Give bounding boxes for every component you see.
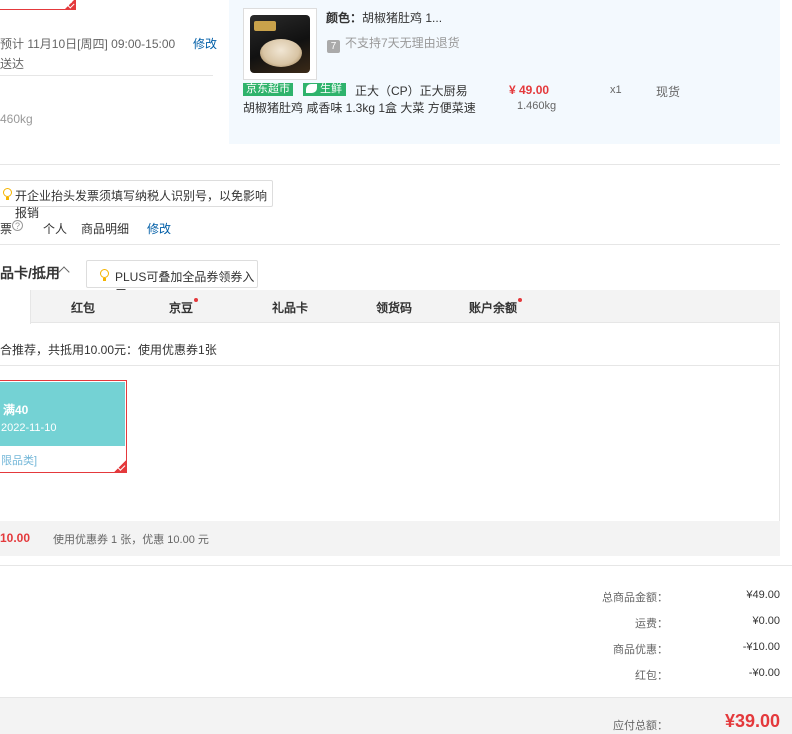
divider [0, 164, 780, 165]
leaf-icon [306, 84, 317, 93]
lightbulb-icon [3, 188, 13, 200]
divider [0, 244, 780, 245]
payable-label: 应付总额： [613, 720, 668, 732]
invoice-edit-link[interactable]: 修改 [147, 220, 171, 237]
shipping-value: ¥0.00 [752, 615, 780, 627]
product-quantity: x1 [610, 84, 622, 96]
invoice-tip-text: 开企业抬头发票须填写纳税人识别号，以免影响报销 [15, 189, 268, 220]
color-key: 颜色： [326, 11, 363, 25]
delivery-estimate: 预计 11月10日[周四] 09:00-15:00 送达 [0, 37, 176, 71]
tab-gift-card[interactable]: 礼品卡 [272, 299, 308, 316]
product-price: ¥ 49.00 [509, 83, 550, 97]
tab-coupon-active[interactable] [0, 290, 31, 324]
product-name-line1[interactable]: 正大（CP）正大厨易 [355, 82, 468, 99]
payable-total: ¥39.00 [724, 711, 780, 731]
chevron-up-icon[interactable] [58, 266, 70, 278]
checkmark-icon [113, 459, 127, 473]
no-refund-text: 不支持7天无理由退货 [345, 36, 460, 50]
coupon-category[interactable]: 限品类] [1, 452, 37, 468]
checkmark-icon [64, 0, 76, 10]
product-bowl-graphic [260, 39, 302, 67]
coupon-summary-amount: 10.00 [0, 531, 31, 545]
coupon-recommendation: 合推荐，共抵用10.00元：使用优惠券1张 [0, 343, 217, 357]
help-icon[interactable]: ? [12, 220, 23, 231]
discount-label: 商品优惠： [613, 644, 668, 656]
fresh-tag-label: 生鲜 [320, 83, 342, 95]
total-weight: 460kg [0, 112, 33, 126]
lightbulb-icon [100, 269, 110, 281]
plus-coupon-tip[interactable]: PLUS可叠加全品券领券入口 [86, 260, 258, 301]
fresh-tag: 生鲜 [303, 83, 346, 96]
tab-redeem-code[interactable]: 领货码 [376, 299, 412, 316]
invoice-type: 个人 [43, 222, 68, 236]
delivery-edit-link[interactable]: 修改 [193, 34, 217, 54]
shipping-label: 运费： [635, 618, 668, 630]
invoice-label: 票 [0, 222, 13, 236]
product-name-line2[interactable]: 胡椒猪肚鸡 咸香味 1.3kg 1盒 大菜 方便菜速 [243, 99, 476, 116]
product-weight: 1.460kg [517, 100, 557, 112]
divider [0, 365, 780, 366]
payable-bar [0, 697, 792, 734]
coupon-card[interactable]: 满40 2022-11-10 限品类] [0, 380, 127, 473]
tab-red-packet[interactable]: 红包 [71, 299, 95, 316]
total-goods-value: ¥49.00 [746, 589, 780, 601]
total-goods-label: 总商品金额： [602, 592, 668, 604]
red-packet-value: -¥0.00 [748, 667, 780, 679]
notification-dot [518, 298, 523, 302]
coupon-section-title[interactable]: 品卡/抵用 [0, 263, 60, 283]
tab-jd-beans-label: 京豆 [169, 301, 194, 315]
divider [0, 75, 213, 76]
coupon-expiry-date: 2022-11-10 [1, 422, 57, 434]
discount-value: -¥10.00 [742, 641, 780, 653]
selected-delivery-option[interactable] [0, 0, 76, 10]
no-refund-icon: 7 [327, 40, 340, 53]
product-brand-label-graphic [254, 21, 276, 31]
tab-jd-beans[interactable]: 京豆 [169, 298, 199, 316]
invoice-tip: 开企业抬头发票须填写纳税人识别号，以免影响报销 [0, 180, 273, 220]
no-refund-notice: 7 不支持7天无理由退货 [327, 34, 460, 53]
product-image[interactable] [243, 8, 317, 80]
color-value: 胡椒猪肚鸡 1... [362, 11, 443, 25]
coupon-summary-text: 使用优惠券 1 张，优惠 10.00 元 [53, 534, 209, 546]
divider [779, 323, 780, 521]
product-stock-status: 现货 [656, 85, 681, 99]
invoice-content: 商品明细 [81, 222, 130, 236]
coupon-amount: 满40 [3, 403, 29, 417]
tab-account-balance[interactable]: 账户余额 [469, 298, 523, 316]
red-packet-label: 红包： [635, 670, 668, 682]
notification-dot [194, 298, 199, 302]
tab-account-balance-label: 账户余额 [469, 301, 518, 315]
divider [0, 565, 792, 566]
jd-supermarket-tag: 京东超市 [243, 83, 293, 96]
product-color: 颜色：胡椒猪肚鸡 1... [326, 9, 442, 26]
